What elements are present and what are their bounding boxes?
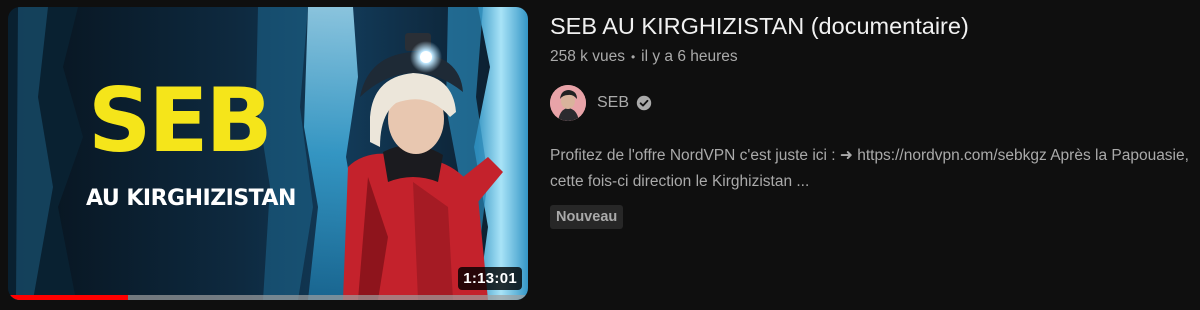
view-count: 258 k vues (550, 48, 625, 65)
video-title[interactable]: SEB AU KIRGHIZISTAN (documentaire) (550, 10, 1180, 42)
video-details: SEB AU KIRGHIZISTAN (documentaire) 258 k… (550, 10, 1189, 229)
video-result[interactable]: SEB AU KIRGHIZISTAN 1:13:01 SEB AU KIRGH… (0, 0, 1200, 310)
watch-progress-bar (8, 295, 528, 300)
published-time: il y a 6 heures (641, 48, 738, 65)
video-description: Profitez de l'offre NordVPN c'est juste … (550, 147, 1189, 190)
video-thumbnail[interactable]: SEB AU KIRGHIZISTAN 1:13:01 (8, 7, 528, 300)
duration-badge: 1:13:01 (458, 267, 522, 290)
channel-name[interactable]: SEB (597, 94, 629, 112)
avatar[interactable] (550, 85, 586, 121)
video-metadata: 258 k vues • il y a 6 heures (550, 47, 1180, 67)
avatar-image (550, 85, 586, 121)
thumbnail-title-text: SEB (88, 69, 273, 172)
new-badge: Nouveau (550, 205, 624, 229)
verified-check-icon (636, 95, 652, 111)
meta-separator: • (630, 50, 636, 64)
channel-info[interactable]: SEB (550, 85, 1180, 121)
thumbnail-subtitle-text: AU KIRGHIZISTAN (86, 186, 296, 211)
watch-progress-fill (8, 295, 128, 300)
